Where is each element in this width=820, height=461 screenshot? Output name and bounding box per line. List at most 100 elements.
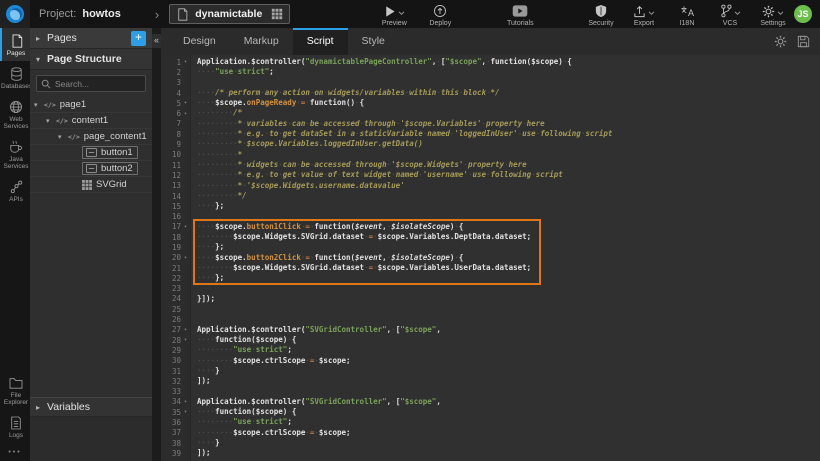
code-line[interactable]: ····$scope.button1Click·=·function($even… — [197, 222, 820, 232]
i18n-button[interactable]: AI18N — [673, 1, 701, 27]
fold-marker-icon[interactable]: ▾ — [181, 337, 190, 343]
code-line[interactable]: ····$scope.button2Click·=·function($even… — [197, 253, 820, 263]
chevron-down-icon[interactable]: ▾ — [46, 117, 56, 125]
variables-section-header[interactable]: ▸ Variables — [30, 397, 152, 417]
code-line[interactable] — [197, 211, 820, 221]
preview-button[interactable]: Preview — [380, 1, 408, 27]
sidebar-item-file-explorer[interactable]: File Explorer — [0, 370, 30, 410]
chevron-down-icon[interactable]: ▾ — [34, 101, 44, 109]
tree-item-button2[interactable]: button2 — [30, 161, 152, 177]
add-page-button[interactable]: + — [131, 31, 146, 46]
code-line[interactable]: ·········*·e.g.·to·get·dataSet·in·a·stat… — [197, 129, 820, 139]
code-line[interactable]: ·········* — [197, 150, 820, 160]
code-editor[interactable]: 1▾2345▾6▾7891011121314151617▾181920▾2122… — [161, 55, 820, 461]
sidebar-item-apis[interactable]: APIs — [0, 174, 30, 207]
sidebar-item-web-services[interactable]: Web Services — [0, 94, 30, 134]
code-line[interactable]: Application.$controller("SVGridControlle… — [197, 397, 820, 407]
pages-panel: ▸ Pages + ▾ Page Structure ▾</>page1▾</>… — [30, 28, 152, 461]
code-line[interactable]: ········/* — [197, 108, 820, 118]
code-line[interactable] — [197, 387, 820, 397]
deploy-button[interactable]: Deploy — [426, 1, 454, 27]
page-structure-header[interactable]: ▾ Page Structure — [30, 49, 152, 70]
script-settings-button[interactable] — [774, 35, 787, 48]
code-line[interactable]: ········$scope.Widgets.SVGrid.dataset·=·… — [197, 263, 820, 273]
code-line[interactable]: ····function($scope)·{ — [197, 407, 820, 417]
code-line[interactable]: ·········*·$scope.Variables.loggedInUser… — [197, 139, 820, 149]
vcs-button[interactable]: VCS — [716, 1, 744, 27]
code-line[interactable]: ····}; — [197, 273, 820, 283]
save-button[interactable] — [797, 35, 810, 48]
app-logo[interactable] — [0, 0, 30, 28]
fold-marker-icon[interactable]: ▾ — [181, 111, 190, 117]
chevron-down-icon[interactable]: ▾ — [58, 133, 68, 141]
code-lines[interactable]: Application.$controller("dynamictablePag… — [191, 55, 820, 461]
fold-marker-icon[interactable]: ▾ — [181, 100, 190, 106]
fold-marker-icon[interactable]: ▾ — [181, 409, 190, 415]
code-line[interactable]: ·········*/ — [197, 191, 820, 201]
tree-item-page_content1[interactable]: ▾</>page_content1 — [30, 129, 152, 145]
collapse-panel-button[interactable]: « — [152, 34, 161, 48]
code-line[interactable]: ····$scope.onPageReady·=·function()·{ — [197, 98, 820, 108]
code-line[interactable] — [197, 314, 820, 324]
tutorials-button[interactable]: Tutorials — [506, 1, 534, 27]
overflow-menu-button[interactable]: ••• — [0, 443, 30, 461]
gutter-row: 5▾ — [161, 98, 190, 108]
user-avatar[interactable]: JS — [794, 5, 812, 23]
code-line[interactable]: ····"use·strict"; — [197, 67, 820, 77]
fold-marker-icon[interactable]: ▾ — [181, 327, 190, 333]
code-line[interactable]: ····}; — [197, 201, 820, 211]
tree-node: SVGrid — [82, 178, 127, 191]
fold-marker-icon[interactable]: ▾ — [181, 224, 190, 230]
fold-marker-icon[interactable]: ▾ — [181, 255, 190, 261]
settings-button[interactable]: Settings — [759, 1, 787, 27]
code-line[interactable]: ····function($scope)·{ — [197, 335, 820, 345]
code-line[interactable]: ········"use·strict"; — [197, 345, 820, 355]
code-line[interactable] — [197, 304, 820, 314]
tree-item-button1[interactable]: button1 — [30, 145, 152, 161]
tab-markup[interactable]: Markup — [230, 28, 293, 55]
code-line[interactable]: Application.$controller("dynamictablePag… — [197, 57, 820, 67]
security-button[interactable]: Security — [587, 1, 615, 27]
sidebar-item-databases[interactable]: Databases — [0, 61, 30, 94]
code-line[interactable]: ····}; — [197, 242, 820, 252]
export-button[interactable]: Export — [630, 1, 658, 27]
pages-section-header[interactable]: ▸ Pages + — [30, 28, 152, 49]
code-line[interactable]: ]); — [197, 448, 820, 458]
sidebar-item-logs[interactable]: Logs — [0, 410, 30, 443]
code-line[interactable] — [197, 284, 820, 294]
code-line[interactable]: ········$scope.ctrlScope·=·$scope; — [197, 428, 820, 438]
code-line[interactable] — [197, 78, 820, 88]
code-line[interactable]: ·········*·widgets·can·be·accessed·throu… — [197, 160, 820, 170]
line-number: 15 — [161, 202, 181, 211]
code-line[interactable]: ········$scope.Widgets.SVGrid.dataset·=·… — [197, 232, 820, 242]
logs-icon — [10, 415, 22, 430]
code-line[interactable]: }]); — [197, 294, 820, 304]
preview-button-chevron-down-icon — [398, 11, 405, 16]
code-line[interactable]: Application.$controller("SVGridControlle… — [197, 325, 820, 335]
grid-icon[interactable] — [271, 8, 283, 20]
search-box[interactable] — [36, 75, 146, 92]
code-line[interactable]: ········$scope.ctrlScope·=·$scope; — [197, 356, 820, 366]
code-line[interactable]: ·········*·e.g.·to·get·value·of·text·wid… — [197, 170, 820, 180]
tree-item-content1[interactable]: ▾</>content1 — [30, 113, 152, 129]
panel-resizer[interactable]: « — [152, 28, 161, 461]
code-line[interactable]: ·········*·'$scope.Widgets.username.data… — [197, 181, 820, 191]
fold-marker-icon[interactable]: ▾ — [181, 399, 190, 405]
code-line[interactable]: ····} — [197, 438, 820, 448]
tab-style[interactable]: Style — [348, 28, 399, 55]
search-input[interactable] — [55, 79, 141, 89]
fold-marker-icon[interactable]: ▾ — [181, 59, 190, 65]
code-line[interactable]: ········"use·strict"; — [197, 417, 820, 427]
code-line[interactable]: ]); — [197, 376, 820, 386]
tree-item-SVGrid[interactable]: SVGrid — [30, 177, 152, 193]
code-line[interactable]: ·········*·variables·can·be·accessed·thr… — [197, 119, 820, 129]
page-tab-dynamictable[interactable]: dynamictable — [169, 4, 290, 24]
code-line[interactable]: ····} — [197, 366, 820, 376]
sidebar-item-pages[interactable]: Pages — [0, 28, 30, 61]
line-number: 5 — [161, 99, 181, 108]
code-line[interactable]: ····/*·perform·any·action·on·widgets/var… — [197, 88, 820, 98]
tab-script[interactable]: Script — [293, 28, 348, 55]
tree-item-page1[interactable]: ▾</>page1 — [30, 97, 152, 113]
sidebar-item-java-services[interactable]: Java Services — [0, 134, 30, 174]
tab-design[interactable]: Design — [169, 28, 230, 55]
